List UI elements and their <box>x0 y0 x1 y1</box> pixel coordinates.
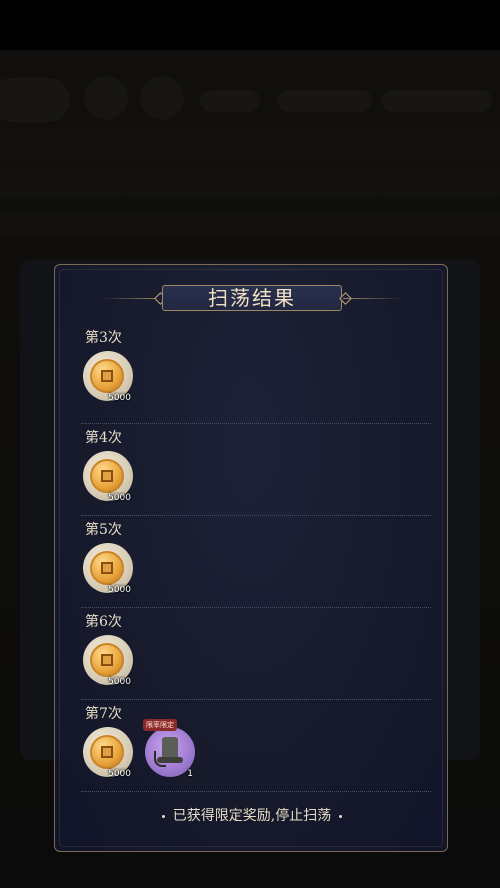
sweep-stop-notice: 已获得限定奖励,停止扫荡 <box>55 805 447 825</box>
footer-dot-left <box>161 814 165 818</box>
reward-item[interactable]: 5000 <box>83 351 133 403</box>
round-label: 第4次 <box>85 430 122 446</box>
reward-item-limited[interactable]: 限率限定 1 <box>143 719 195 779</box>
title-ornament-left <box>101 298 161 299</box>
round-entry: 第5次 5000 <box>81 519 431 611</box>
title-ornament-right <box>343 298 403 299</box>
footer-dot-right <box>339 814 343 818</box>
round-divider <box>81 515 431 516</box>
round-label: 第6次 <box>85 614 122 630</box>
copper-coin-icon <box>90 459 124 493</box>
dialog-title: 扫荡结果 <box>208 286 296 310</box>
copper-coin-icon <box>90 359 124 393</box>
copper-coin-icon <box>90 735 124 769</box>
reward-quantity: 5000 <box>108 493 131 503</box>
reward-quantity: 5000 <box>108 585 131 595</box>
round-label: 第3次 <box>85 330 122 346</box>
round-label: 第5次 <box>85 522 122 538</box>
copper-coin-icon <box>90 551 124 585</box>
top-black-bar <box>0 0 500 50</box>
round-entry: 第4次 5000 <box>81 427 431 519</box>
reward-item[interactable]: 5000 <box>83 727 133 779</box>
reward-quantity: 5000 <box>108 677 131 687</box>
round-divider <box>81 699 431 700</box>
round-entry: 第6次 5000 <box>81 611 431 703</box>
round-entry: 第7次 5000 限率限定 1 <box>81 703 431 795</box>
reward-quantity: 1 <box>187 769 193 779</box>
round-divider <box>81 791 431 792</box>
copper-coin-icon <box>90 643 124 677</box>
limited-badge: 限率限定 <box>143 719 177 731</box>
round-label: 第7次 <box>85 706 122 722</box>
round-entry: 第3次 5000 <box>81 330 431 423</box>
round-divider <box>81 423 431 424</box>
sweep-result-dialog: 扫荡结果 第3次 5000 第4次 5000 第5次 5000 第6次 5000… <box>54 264 448 852</box>
footer-text: 已获得限定奖励,停止扫荡 <box>172 808 332 824</box>
round-divider <box>81 607 431 608</box>
reward-quantity: 5000 <box>108 769 131 779</box>
reward-quantity: 5000 <box>108 393 131 403</box>
dialog-title-bar: 扫荡结果 <box>55 285 447 313</box>
reward-item[interactable]: 5000 <box>83 543 133 595</box>
reward-item[interactable]: 5000 <box>83 451 133 503</box>
reward-item[interactable]: 5000 <box>83 635 133 687</box>
